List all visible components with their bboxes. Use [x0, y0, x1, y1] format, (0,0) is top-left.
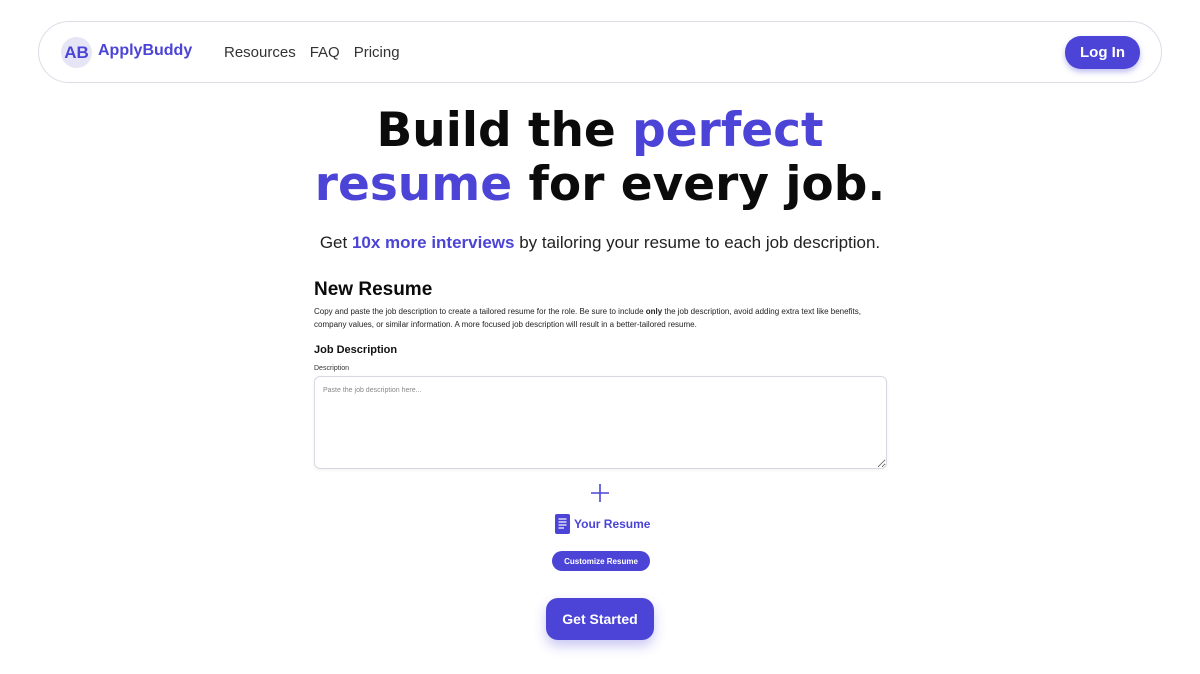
document-icon: [555, 514, 570, 534]
plus-icon: [591, 484, 609, 502]
get-started-button[interactable]: Get Started: [546, 598, 654, 640]
desc-bold: only: [645, 307, 663, 316]
subtitle-highlight: 10x more interviews: [351, 233, 515, 252]
job-description-heading: Job Description: [314, 344, 398, 356]
hero-title-accent: perfect: [632, 103, 824, 158]
navbar: AB ApplyBuddy Resources FAQ Pricing Log …: [38, 21, 1162, 83]
subtitle-text-2: by tailoring your resume to each job des…: [514, 233, 881, 252]
your-resume-label: Your Resume: [574, 517, 651, 531]
nav-link-resources[interactable]: Resources: [224, 44, 296, 61]
form-description: Copy and paste the job description to cr…: [314, 305, 888, 331]
brand-logo[interactable]: AB ApplyBuddy: [61, 37, 192, 68]
hero-title-accent-2: resume: [314, 157, 513, 212]
brand-name: ApplyBuddy: [98, 41, 193, 59]
desc-text: Copy and paste the job description to cr…: [314, 307, 646, 316]
nav-link-pricing[interactable]: Pricing: [354, 44, 400, 61]
new-resume-form: New Resume Copy and paste the job descri…: [314, 279, 888, 469]
nav-links: Resources FAQ Pricing: [224, 44, 400, 61]
subtitle-text: Get: [319, 233, 352, 252]
job-description-input[interactable]: [314, 376, 887, 469]
nav-link-faq[interactable]: FAQ: [310, 44, 340, 61]
login-button[interactable]: Log In: [1065, 36, 1140, 69]
your-resume: Your Resume: [555, 514, 650, 534]
hero-title-text-2: for every job.: [512, 157, 886, 212]
logo-badge: AB: [61, 37, 92, 68]
customize-resume-button[interactable]: Customize Resume: [552, 551, 650, 571]
hero-title-text: Build the: [376, 103, 633, 158]
hero-subtitle: Get 10x more interviews by tailoring you…: [0, 233, 1200, 253]
description-label: Description: [314, 365, 350, 372]
hero-title: Build the perfect resume for every job.: [0, 104, 1200, 212]
form-title: New Resume: [314, 279, 433, 300]
